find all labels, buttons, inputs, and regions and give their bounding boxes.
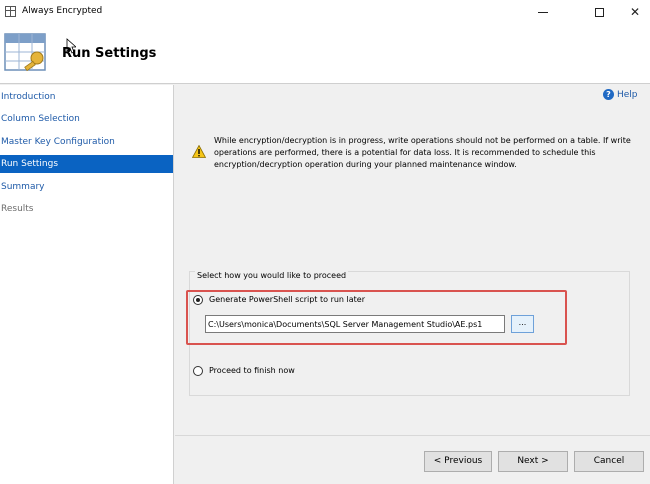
cancel-button[interactable]: Cancel <box>574 451 644 472</box>
main-content: ? Help While encryption/decryption is in … <box>175 85 650 435</box>
nav-item-introduction[interactable]: Introduction <box>0 88 173 106</box>
nav-item-results: Results <box>1 204 34 214</box>
footer-divider <box>175 435 650 436</box>
next-button[interactable]: Next > <box>498 451 568 472</box>
title-bar: Always Encrypted ✕ <box>0 0 650 24</box>
app-table-icon <box>5 6 16 17</box>
wizard-sidebar: Introduction Column Selection Master Key… <box>0 85 174 484</box>
minimize-icon <box>538 12 548 13</box>
nav-item-summary[interactable]: Summary <box>0 178 173 196</box>
warning-icon <box>192 145 206 158</box>
close-icon: ✕ <box>629 5 641 19</box>
close-button[interactable]: ✕ <box>614 0 650 24</box>
proceed-now-radio[interactable] <box>193 366 203 376</box>
maximize-icon <box>594 8 604 17</box>
help-link[interactable]: ? Help <box>603 89 638 101</box>
proceed-now-label[interactable]: Proceed to finish now <box>209 366 295 376</box>
highlight-box <box>186 290 567 345</box>
proceed-options-label: Select how you would like to proceed <box>195 271 349 281</box>
minimize-button[interactable] <box>522 0 564 24</box>
help-label: Help <box>617 90 638 100</box>
wizard-table-key-icon <box>4 33 46 72</box>
page-title: Run Settings <box>62 46 157 61</box>
window-title: Always Encrypted <box>22 6 103 16</box>
nav-item-column-selection[interactable]: Column Selection <box>0 110 173 128</box>
previous-button[interactable]: < Previous <box>424 451 492 472</box>
wizard-header: Run Settings <box>0 24 650 84</box>
nav-item-run-settings[interactable]: Run Settings <box>0 155 173 173</box>
nav-item-master-key-configuration[interactable]: Master Key Configuration <box>0 133 173 151</box>
warning-message: While encryption/decryption is in progre… <box>214 136 631 169</box>
help-icon: ? <box>603 89 614 100</box>
